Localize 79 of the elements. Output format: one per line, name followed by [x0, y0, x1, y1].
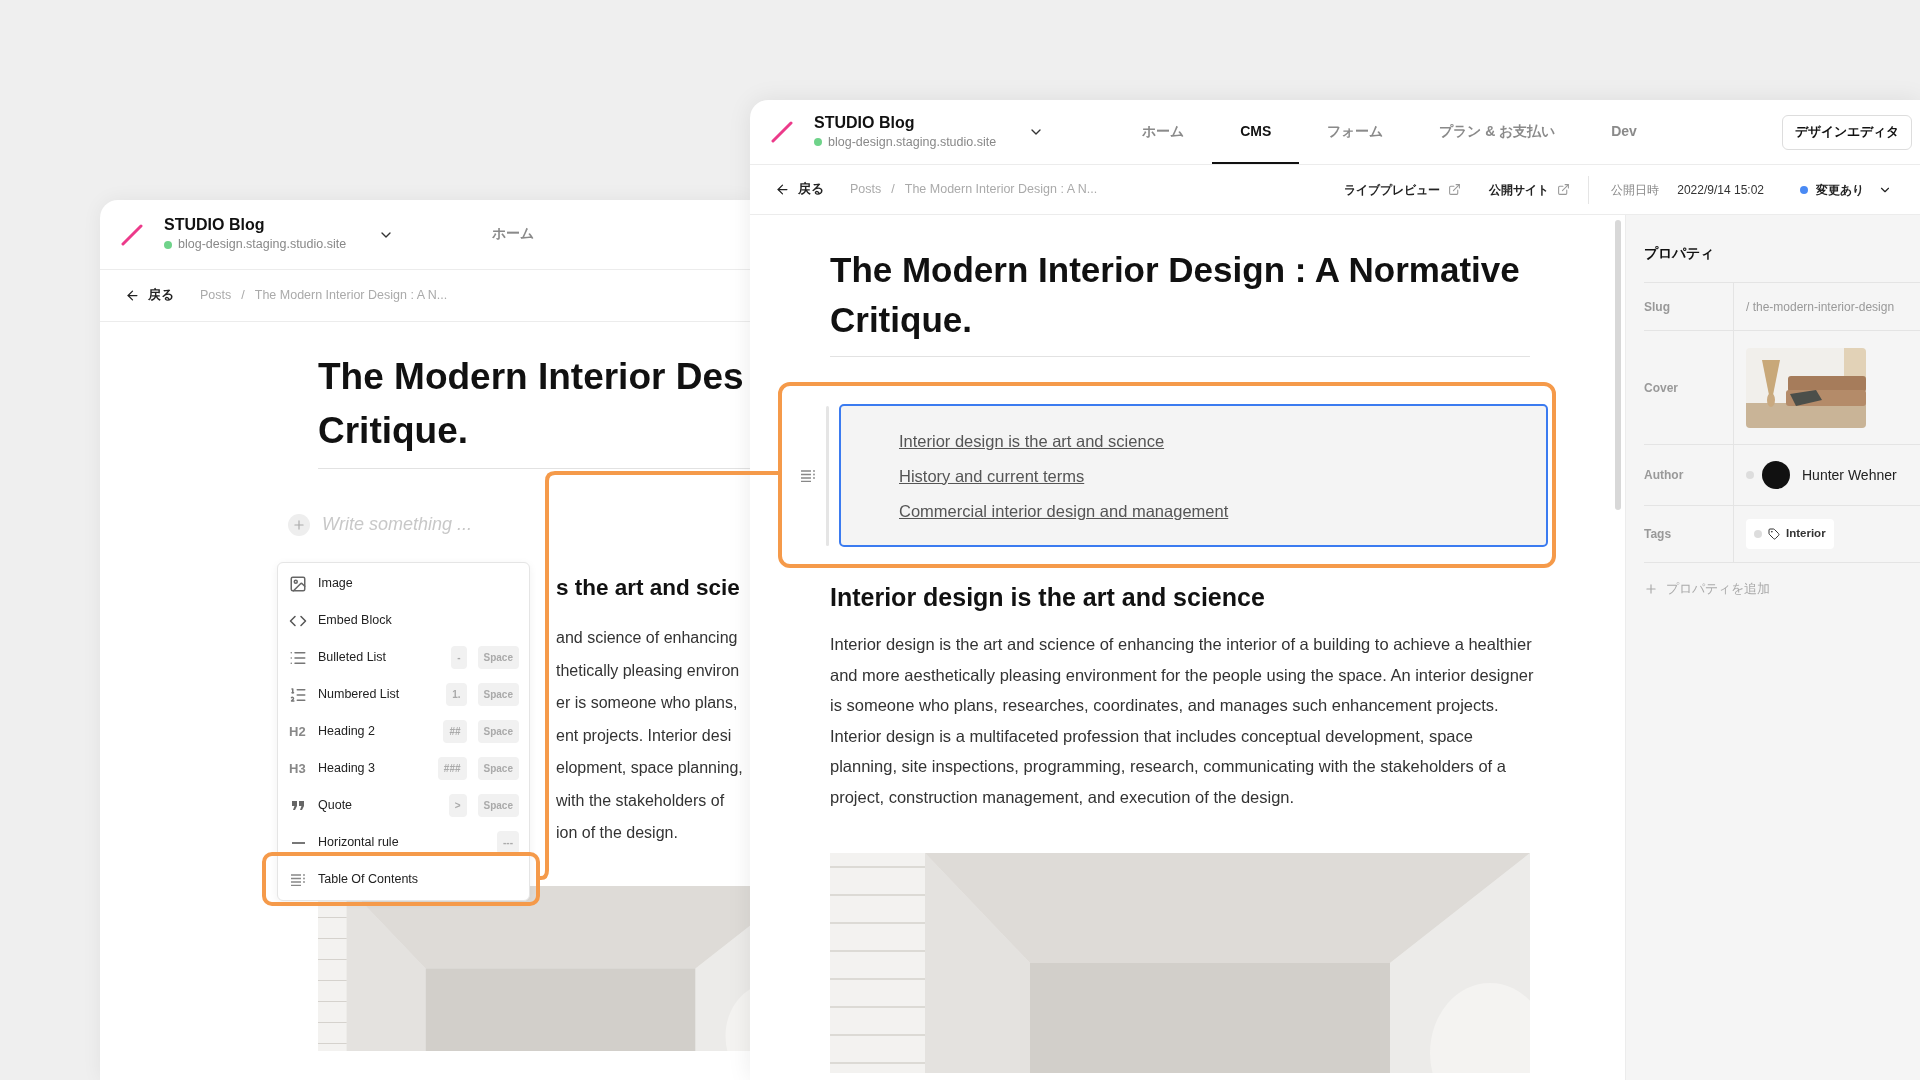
paragraph-line: elopment, space planning, [556, 758, 744, 778]
external-link-icon [1448, 183, 1462, 196]
plus-icon [1644, 581, 1658, 596]
external-link-icon [1557, 183, 1571, 196]
paragraph-line: ent projects. Interior desi [556, 725, 733, 746]
menu-item[interactable]: Horizontal rule --- [278, 824, 529, 861]
site-url: blog-design.staging.studio.site [828, 133, 997, 151]
body-paragraph: Interior design is the art and science of enhancing the interior of a building to achieve a healthier and more aesthetically pleasing environment for the people using the space. An interior designer is someone who plans, researches, coordinates, and manages such enhancement projects. Interior design is a multifaceted profession that includes conceptual development, space planning, site inspections, programming, research, communicating with the stakeholders of a project, construction management, and execution of the design. [830, 634, 1535, 808]
menu-item[interactable]: H3 Heading 3 ### Space [278, 750, 529, 787]
paragraph-line: er is someone who plans, [556, 693, 739, 713]
breadcrumb-current: The Modern Interior Design : A N... [254, 287, 448, 305]
shortcut-key: Space [477, 720, 519, 743]
author-name: Hunter Wehner [1802, 465, 1897, 485]
section-heading: Interior design is the art and science [830, 582, 1266, 613]
logo-icon [771, 121, 793, 143]
scrollbar[interactable] [1615, 220, 1621, 510]
menu-item[interactable]: Numbered List 1. Space [278, 676, 529, 713]
menu-item[interactable]: Bulleted List - Space [278, 639, 529, 676]
paragraph-line: with the stakeholders of [556, 790, 726, 811]
paragraph-line: thetically pleasing environ [556, 660, 741, 681]
shortcut-key: Space [477, 794, 519, 817]
site-name: STUDIO Blog [814, 112, 916, 133]
property-label: Cover [1644, 331, 1734, 444]
design-editor-button[interactable]: デザインエディタ [1782, 114, 1912, 150]
toc-link[interactable]: Interior design is the art and science [899, 428, 1546, 453]
shortcut-key: - [451, 646, 467, 669]
shortcut-key: Space [477, 683, 519, 706]
tag-icon [1768, 528, 1780, 540]
site-name: STUDIO Blog [164, 215, 266, 236]
menu-item[interactable]: Table Of Contents [278, 861, 529, 898]
section-heading: s the art and scie [556, 574, 741, 602]
breadcrumb-separator: / [891, 181, 895, 199]
minus-icon [291, 841, 305, 844]
numbered-list-icon [289, 685, 307, 704]
publish-date: 2022/9/14 15:02 [1677, 181, 1764, 199]
tag-chip[interactable]: Interior [1746, 519, 1834, 549]
drag-handle-icon [800, 469, 816, 482]
breadcrumb-current: The Modern Interior Design : A N... [904, 181, 1098, 199]
post-title-line: Critique. [318, 409, 470, 453]
table-of-contents-icon [290, 873, 306, 886]
table-of-contents[interactable]: Interior design is the art and science History and current terms Commercial interior design and management [839, 404, 1548, 547]
breadcrumb-separator: / [241, 287, 245, 305]
logo-icon [121, 223, 143, 246]
property-label: Tags [1644, 506, 1734, 562]
shortcut-key: Space [477, 646, 519, 669]
slug-value: / the-modern-interior-design [1746, 298, 1895, 316]
back-button[interactable]: 戻る [125, 286, 174, 305]
property-label: Slug [1644, 283, 1734, 330]
menu-item[interactable]: Image [278, 565, 529, 602]
heading-icon: H2 [289, 721, 307, 742]
shortcut-key: ### [437, 757, 467, 780]
paragraph-line: and science of enhancing [556, 628, 739, 648]
paragraph-line: ion of the design. [556, 823, 679, 843]
sidebar-title: プロパティ [1644, 244, 1715, 263]
toc-link[interactable]: History and current terms [899, 463, 1546, 488]
plus-icon [292, 517, 306, 532]
avatar [1762, 461, 1790, 489]
menu-item[interactable]: Embed Block [278, 602, 529, 639]
post-title-line: The Modern Interior Des [318, 355, 745, 399]
status-dropdown[interactable]: 変更あり [1816, 180, 1892, 199]
shortcut-key: > [448, 794, 467, 817]
quote-icon [291, 800, 305, 811]
shortcut-key: Space [477, 757, 519, 780]
property-label: Author [1644, 445, 1734, 505]
external-link[interactable]: 公開サイト [1489, 180, 1571, 199]
menu-item[interactable]: H2 Heading 2 ## Space [278, 713, 529, 750]
back-button[interactable]: 戻る [775, 180, 824, 199]
shortcut-key: 1. [446, 683, 467, 706]
nav-tab[interactable]: CMS [1212, 100, 1300, 164]
toc-link[interactable]: Commercial interior design and management [899, 498, 1546, 523]
shortcut-key: ## [443, 720, 467, 743]
site-url: blog-design.staging.studio.site [178, 236, 347, 254]
external-link[interactable]: ライブプレビュー [1344, 180, 1462, 199]
post-title: The Modern Interior Design : A Normative Critique. [830, 249, 1521, 341]
image-icon [289, 574, 307, 593]
publish-label: 公開日時 [1611, 181, 1660, 199]
heading-icon: H3 [289, 758, 307, 779]
menu-item[interactable]: Quote > Space [278, 787, 529, 824]
shortcut-key: --- [497, 831, 519, 854]
